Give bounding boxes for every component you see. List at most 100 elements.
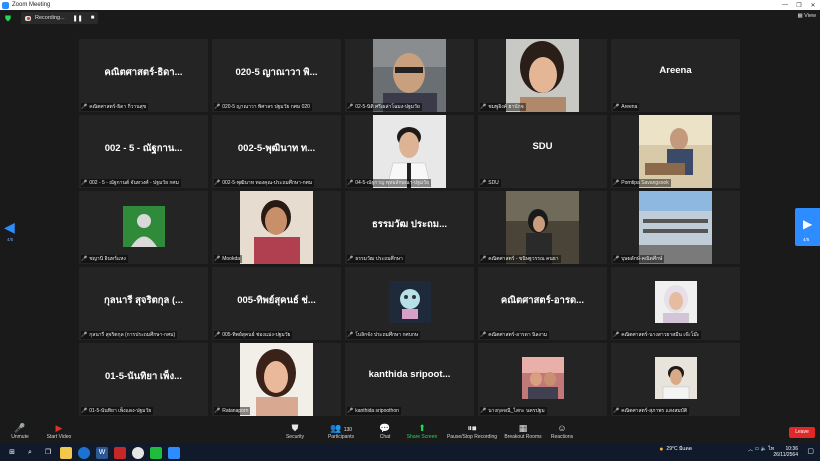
- participant-video: [373, 39, 446, 112]
- participant-name-display: ธรรมวัฒ ประถม...: [372, 219, 447, 230]
- participant-tile[interactable]: Areena 🎤 Areena: [611, 39, 740, 112]
- participant-tile[interactable]: 005-ทิพย์สุคนธ์ ช่... 🎤 005-ทิพย์สุคนธ์ ช…: [212, 267, 341, 340]
- participant-tile[interactable]: 01-5-นันทิยา เพ็ง... 🎤 01-5-นันทิยา เพ็งแ…: [79, 343, 208, 416]
- stop-recording-button[interactable]: ■: [91, 15, 95, 21]
- security-button[interactable]: ⛊ Security: [281, 422, 309, 440]
- breakout-rooms-icon: ▦: [518, 423, 528, 433]
- participant-video: [639, 191, 712, 264]
- close-button[interactable]: ✕: [806, 2, 820, 9]
- search-icon[interactable]: ⌕: [24, 447, 36, 459]
- participant-label: 🎤 คณิตศาสตร์-นางสาวยาสมีน เจ๊ะโม๊ะ: [613, 331, 702, 339]
- participant-label: 🎤 01-5-นันทิยา เพ็งแดง-ปฐมวัย: [81, 407, 154, 415]
- shield-icon[interactable]: ⛊: [5, 14, 13, 23]
- muted-mic-icon: 🎤: [480, 408, 487, 414]
- participant-tile[interactable]: 020-5 ญาณาวา พิ... 🎤 020-5 ญาณาวา พิศาลร …: [212, 39, 341, 112]
- pause-stop-recording-button[interactable]: ⏸⏹ Pause/Stop Recording: [446, 422, 498, 440]
- task-view-icon[interactable]: ❐: [42, 447, 54, 459]
- video-off-icon: ▶: [55, 423, 63, 433]
- chat-button[interactable]: 💬 Chat: [374, 422, 396, 440]
- unmute-button[interactable]: 🎤 Unmute: [8, 422, 32, 440]
- participant-tile[interactable]: 🎤 โบลิกจัง ประถมศึกษา กศบกษ: [345, 267, 474, 340]
- muted-mic-icon: 🎤: [480, 104, 487, 110]
- participant-label: 🎤 ธรรมวัฒ ประถมศึกษา: [347, 255, 405, 263]
- file-explorer-icon[interactable]: [60, 446, 72, 459]
- participant-name-display: 002 - 5 - ณัฐกาน...: [104, 143, 183, 154]
- meeting-topbar: ⛊ Recording... ❚❚ ■ ▦ View: [0, 10, 820, 26]
- start-menu-icon[interactable]: ⊞: [6, 447, 18, 459]
- participant-label: 🎤 ชมพูอิงค์ ฮานักจ: [480, 103, 526, 111]
- participant-name-display: กุลนารี สุจริตกุล (...: [103, 295, 184, 306]
- line-app-icon[interactable]: [150, 446, 162, 459]
- participant-tile[interactable]: 🎤 02-5-นิติ ศรีเผล่าโฉมง-ปฐมวัย: [345, 39, 474, 112]
- participants-button[interactable]: 👥 130 Participants: [323, 422, 359, 440]
- edge-browser-icon[interactable]: [78, 446, 90, 459]
- recording-indicator: Recording... ❚❚ ■: [21, 12, 99, 24]
- participant-tile[interactable]: 🎤 ชมพูอิงค์ ฮานักจ: [478, 39, 607, 112]
- participant-tile[interactable]: 🎤 Mookda: [212, 191, 341, 264]
- leave-button[interactable]: Leave: [789, 427, 815, 438]
- weather-widget[interactable]: ● 29°C มีแดด: [659, 445, 692, 453]
- muted-mic-icon: 🎤: [81, 256, 88, 262]
- recording-label: Recording...: [35, 15, 65, 21]
- muted-mic-icon: 🎤: [480, 180, 487, 186]
- share-screen-button[interactable]: ⬆ Share Screen: [405, 422, 439, 440]
- chrome-browser-icon[interactable]: [132, 446, 144, 459]
- participant-tile[interactable]: 002-5-พุฒินาท ท... 🎤 002-5-พุฒินาท ทองคุณ…: [212, 115, 341, 188]
- participant-tile[interactable]: ธรรมวัฒ ประถม... 🎤 ธรรมวัฒ ประถมศึกษา: [345, 191, 474, 264]
- participant-label: 🎤 002-5-พุฒินาท ทองคุณ-ประถมศึกษา-กศม: [214, 179, 315, 187]
- participant-tile[interactable]: 🎤 ชญานี อินทร์แหง: [79, 191, 208, 264]
- participant-tile[interactable]: คณิตศาสตร์-ธิดา... 🎤 คณิตศาสตร์-ธิดา กิ่ว…: [79, 39, 208, 112]
- participant-tile[interactable]: คณิตศาสตร์-อารด... 🎤 คณิตศาสตร์-อารดา นิล…: [478, 267, 607, 340]
- participant-label: 🎤 Ratanaporn: [214, 407, 251, 415]
- participants-count: 130: [343, 427, 353, 433]
- participant-tile[interactable]: 🎤 Ratanaporn: [212, 343, 341, 416]
- chat-icon: 💬: [379, 423, 391, 433]
- muted-mic-icon: 🎤: [613, 256, 620, 262]
- participant-video: [655, 281, 697, 323]
- participant-tile[interactable]: กุลนารี สุจริตกุล (... 🎤 กุลนารี สุจริตกุ…: [79, 267, 208, 340]
- pause-recording-button[interactable]: ❚❚: [73, 15, 83, 22]
- participant-tile[interactable]: 🎤 คณิตศาสตร์-นางสาวยาสมีน เจ๊ะโม๊ะ: [611, 267, 740, 340]
- pdf-reader-icon[interactable]: [114, 446, 126, 459]
- participant-tile[interactable]: 🎤 บุษผลักษ์-คณิตศึกษ์: [611, 191, 740, 264]
- participant-label: 🎤 คณิตศาสตร์-อารดา นิลงาม: [480, 331, 550, 339]
- minimize-button[interactable]: —: [778, 2, 792, 8]
- participant-label: 🎤 Areena: [613, 103, 640, 111]
- taskbar-clock[interactable]: 10:36 26/11/2564: [773, 446, 798, 458]
- participant-name-display: kanthida sripoot...: [368, 369, 451, 380]
- view-button[interactable]: ▦ View: [797, 13, 816, 19]
- system-tray[interactable]: ︿ ▭ 🔈 ไท: [748, 445, 774, 453]
- participant-tile[interactable]: 🎤 นางกุลจณี_ไสกะ นครปฐม: [478, 343, 607, 416]
- participant-tile[interactable]: 002 - 5 - ณัฐกาน... 🎤 002 - 5 - ณัฐกานต์ …: [79, 115, 208, 188]
- previous-page-icon[interactable]: ◀: [4, 219, 15, 236]
- participant-name-display: คณิตศาสตร์-ธิดา...: [104, 67, 183, 78]
- participant-video: [655, 357, 697, 399]
- participant-label: 🎤 นางกุลจณี_ไสกะ นครปฐม: [480, 407, 547, 415]
- participant-label: 🎤 020-5 ญาณาวา พิศาลร ปฐมวัย กศม 020: [214, 103, 312, 111]
- start-video-button[interactable]: ▶ Start Video: [44, 422, 74, 440]
- participant-tile[interactable]: 🎤 04-5-ณัฐกาญ พุทธลักษณา-ปฐมวัย: [345, 115, 474, 188]
- participant-label: 🎤 โบลิกจัง ประถมศึกษา กศบกษ: [347, 331, 421, 339]
- participant-label: 🎤 SDU: [480, 179, 501, 187]
- muted-mic-icon: 🎤: [214, 332, 221, 338]
- muted-mic-icon: 🎤: [480, 256, 487, 262]
- muted-mic-icon: 🎤: [214, 256, 221, 262]
- participant-tile[interactable]: 🎤 Porntipa Savangsook: [611, 115, 740, 188]
- zoom-taskbar-icon[interactable]: [168, 446, 180, 459]
- participant-tile[interactable]: 🎤 คณิตศาสตร์ - ขนิษฐวรรณ คนธา: [478, 191, 607, 264]
- maximize-button[interactable]: ❐: [792, 2, 806, 9]
- next-page-button[interactable]: ▶ 4/5: [795, 208, 820, 246]
- word-icon[interactable]: W: [96, 446, 108, 459]
- participant-tile[interactable]: kanthida sripoot... 🎤 kanthida sripoothon: [345, 343, 474, 416]
- muted-mic-icon: 🎤: [347, 332, 354, 338]
- participant-label: 🎤 บุษผลักษ์-คณิตศึกษ์: [613, 255, 665, 263]
- participant-tile[interactable]: 🎤 คณิตศาสตร์-สุภาพร แสงสมบัติ: [611, 343, 740, 416]
- muted-mic-icon: 🎤: [81, 332, 88, 338]
- participant-label: 🎤 kanthida sripoothon: [347, 407, 401, 415]
- sun-icon: ●: [659, 445, 664, 453]
- participant-name-display: SDU: [532, 141, 553, 152]
- participant-tile[interactable]: SDU 🎤 SDU: [478, 115, 607, 188]
- reactions-button[interactable]: ☺ Reactions: [549, 422, 575, 440]
- breakout-rooms-button[interactable]: ▦ Breakout Rooms: [503, 422, 543, 440]
- notification-icon[interactable]: ▢: [807, 447, 814, 455]
